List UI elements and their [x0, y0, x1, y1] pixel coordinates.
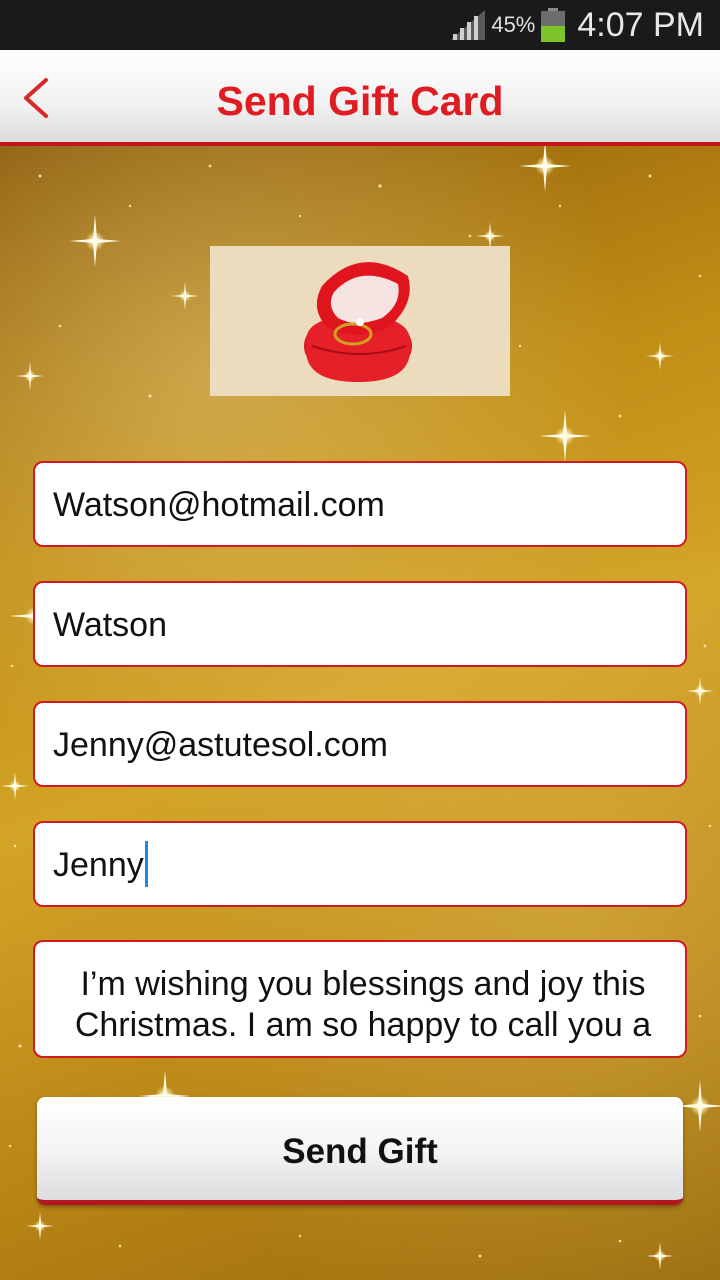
recipient-name-value: Watson [53, 606, 168, 644]
send-gift-button[interactable]: Send Gift [37, 1097, 683, 1205]
recipient-email-input[interactable]: Watson@hotmail.com [33, 461, 687, 547]
sender-name-input[interactable]: Jenny [33, 821, 687, 907]
message-textarea[interactable]: I’m wishing you blessings and joy this C… [33, 940, 687, 1058]
text-cursor [144, 841, 148, 888]
back-chevron-icon[interactable] [18, 72, 58, 124]
recipient-name-input[interactable]: Watson [33, 581, 687, 667]
recipient-email-value: Watson@hotmail.com [53, 486, 385, 524]
gift-form-background: Watson@hotmail.com Watson Jenny@astuteso… [0, 146, 720, 1280]
status-icons: 45% 4:07 PM [451, 0, 704, 50]
ring-box-image [210, 246, 510, 396]
sender-email-value: Jenny@astutesol.com [53, 726, 389, 764]
send-gift-label: Send Gift [282, 1132, 438, 1171]
app-bar: Send Gift Card [0, 50, 720, 146]
signal-icon [451, 10, 486, 40]
page-title: Send Gift Card [216, 78, 504, 124]
battery-icon [541, 8, 566, 42]
sender-email-input[interactable]: Jenny@astutesol.com [33, 701, 687, 787]
status-bar: 45% 4:07 PM [0, 0, 720, 50]
sender-name-value: Jenny [53, 846, 144, 884]
battery-percent: 45% [491, 12, 536, 37]
sender-name-field-content: Jenny [53, 823, 148, 905]
message-value: I’m wishing you blessings and joy this C… [74, 965, 652, 1044]
clock: 4:07 PM [577, 5, 704, 44]
